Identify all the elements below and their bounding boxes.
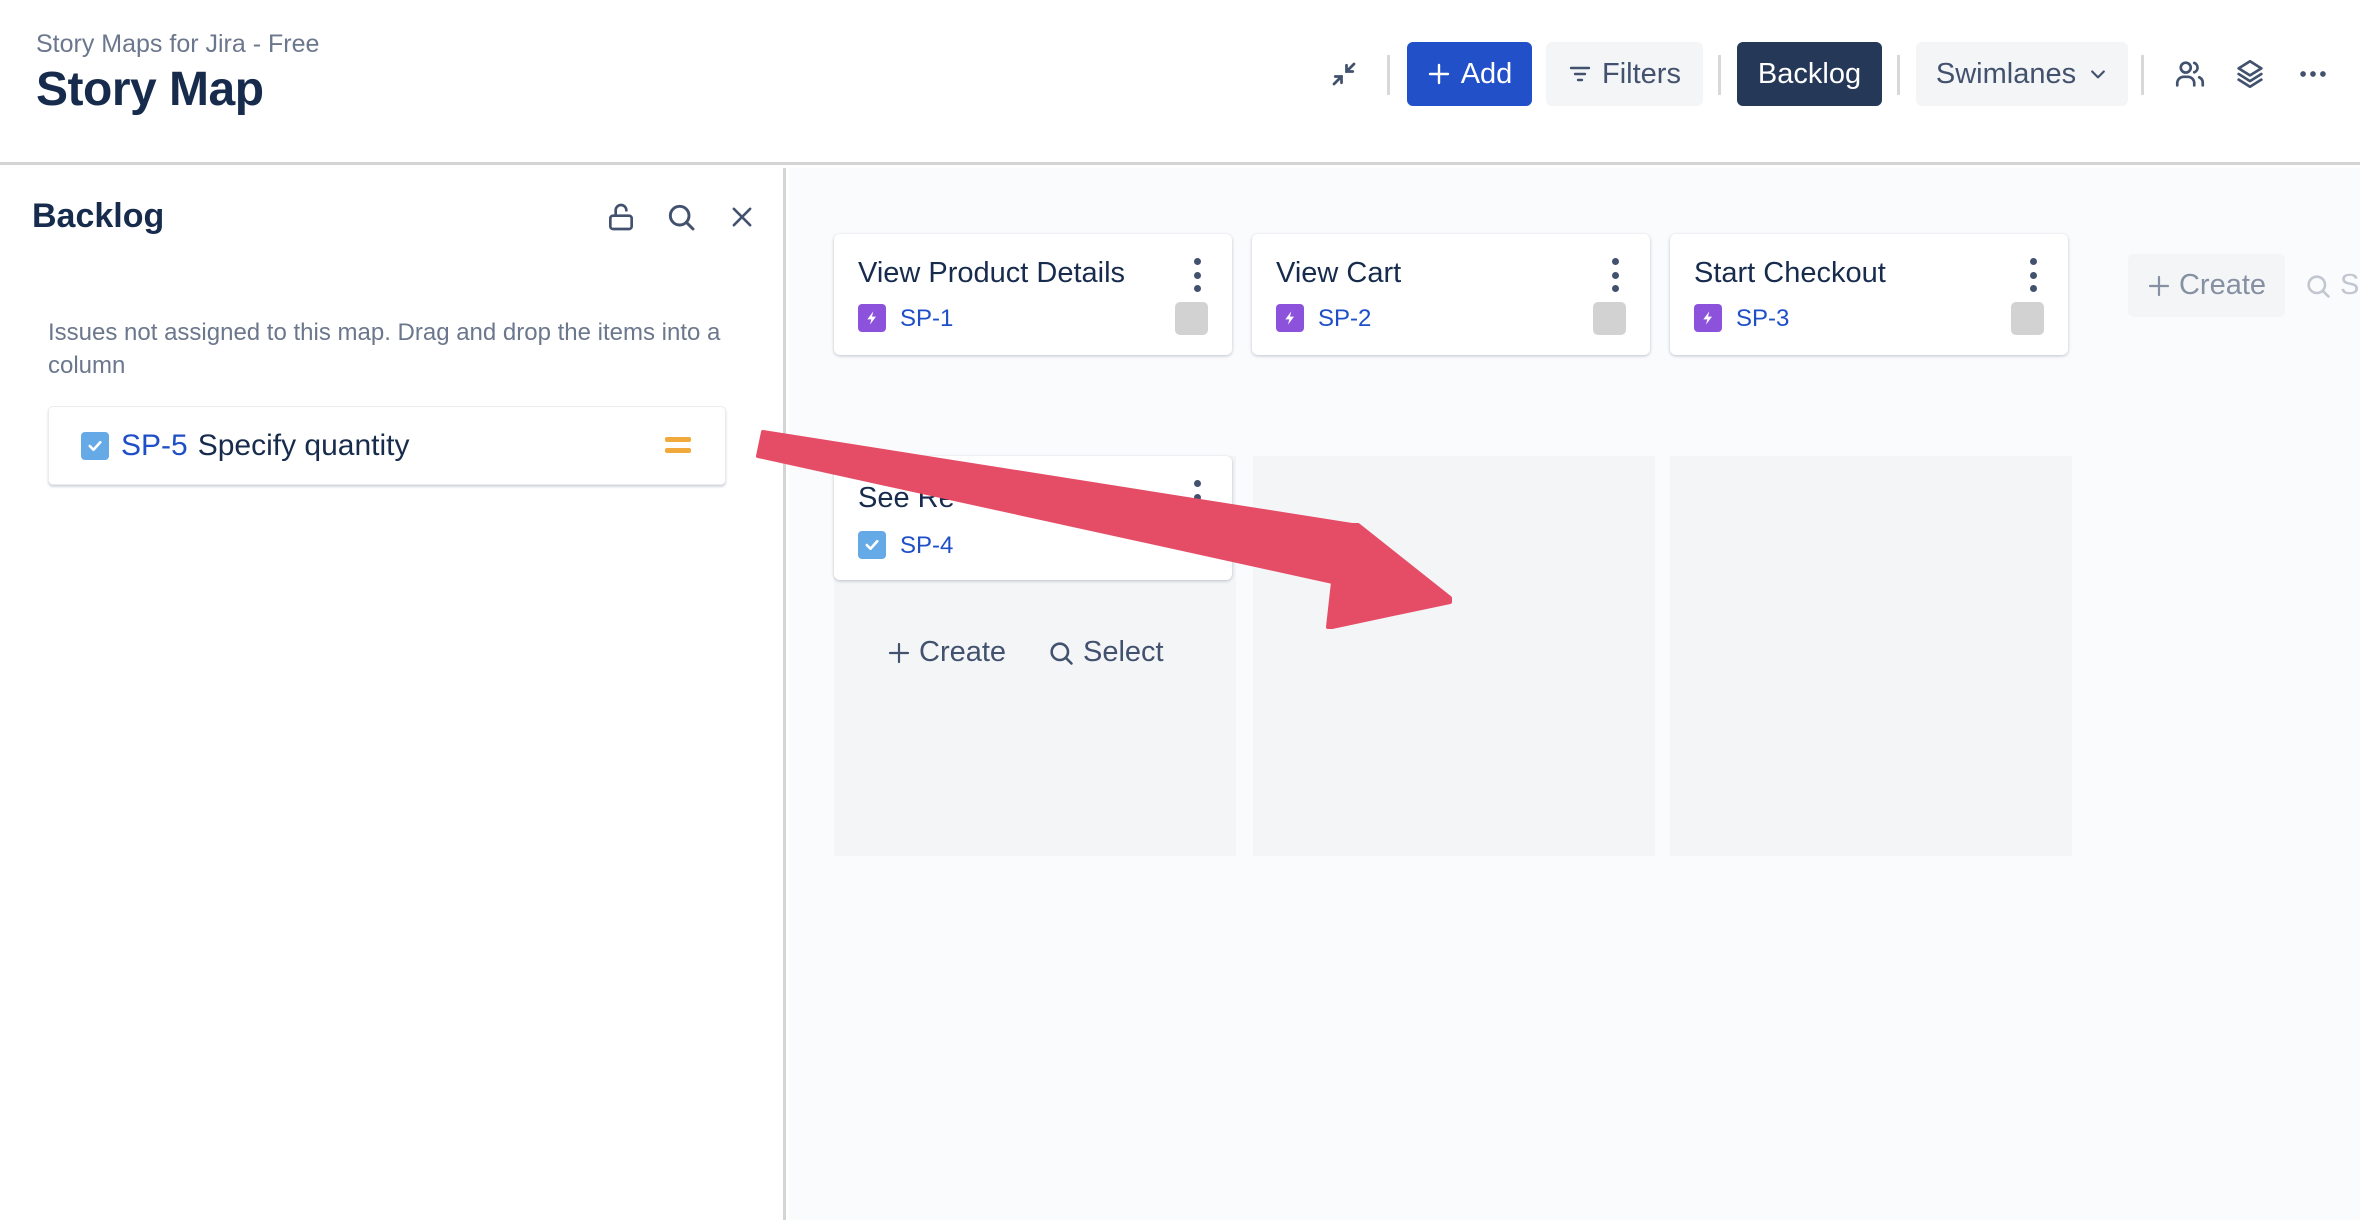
backlog-label: Backlog [1757, 57, 1862, 90]
card-menu-button[interactable] [1610, 258, 1620, 292]
select-epic-button[interactable]: S [2304, 254, 2359, 317]
epic-title: Start Checkout [1694, 257, 1886, 289]
app-header: Story Maps for Jira - Free Story Map Add… [0, 0, 2360, 165]
story-title: See Re [858, 482, 955, 514]
create-epic-button[interactable]: Create [2128, 254, 2285, 317]
plus-icon [1428, 63, 1449, 85]
toolbar-divider [1387, 55, 1390, 95]
issue-key-link[interactable]: SP-1 [900, 305, 953, 333]
epic-icon [858, 304, 886, 332]
layers-icon [2237, 59, 2263, 89]
compress-arrows-icon [1332, 62, 1356, 86]
backlog-panel: Backlog Issues not assigned to this map.… [0, 168, 786, 1220]
issue-title: Specify quantity [197, 428, 410, 462]
task-icon [81, 431, 109, 460]
app-name: Story Maps for Jira - Free [36, 30, 320, 58]
backlog-item[interactable]: SP-5 Specify quantity [48, 406, 726, 485]
add-label: Add [1460, 57, 1513, 90]
unlock-button[interactable] [600, 196, 642, 238]
assignee-avatar[interactable] [1175, 302, 1208, 335]
epic-title: View Cart [1276, 257, 1402, 289]
close-backlog-button[interactable] [721, 196, 763, 238]
story-column [1253, 456, 1655, 856]
issue-key-link[interactable]: SP-5 [121, 429, 188, 463]
people-icon [2175, 61, 2205, 87]
story-column [1670, 456, 2072, 856]
collapse-button[interactable] [1322, 52, 1366, 96]
task-icon [858, 531, 886, 559]
select-label: S [2340, 269, 2360, 301]
issue-key-link[interactable]: SP-4 [900, 532, 953, 560]
backlog-search-button[interactable] [660, 196, 702, 238]
people-button[interactable] [2168, 52, 2212, 96]
filters-button[interactable]: Filters [1546, 42, 1703, 106]
select-label: Select [1083, 636, 1164, 668]
swimlanes-dropdown[interactable]: Swimlanes [1916, 42, 2128, 106]
filters-label: Filters [1602, 57, 1681, 90]
add-button[interactable]: Add [1407, 42, 1532, 106]
chevron-down-icon [2091, 70, 2106, 79]
epic-card[interactable]: View Product Details SP-1 [834, 234, 1232, 355]
filter-icon [1569, 66, 1591, 82]
search-icon [668, 204, 695, 231]
create-label: Create [2178, 269, 2267, 301]
assignee-avatar[interactable] [2011, 302, 2044, 335]
search-icon [2307, 274, 2330, 298]
toolbar-divider [1897, 55, 1900, 95]
assignee-avatar[interactable] [1184, 531, 1204, 551]
more-horizontal-icon [2300, 71, 2326, 77]
layers-button[interactable] [2228, 52, 2272, 96]
epic-icon [1694, 304, 1722, 332]
toolbar-divider [1718, 55, 1721, 95]
story-map-board: View Product Details SP-1 View Cart SP-2… [789, 168, 2360, 1220]
toolbar-divider [2141, 55, 2144, 95]
create-label: Create [919, 636, 1007, 668]
card-menu-button[interactable] [1192, 480, 1202, 514]
card-menu-button[interactable] [2028, 258, 2038, 292]
swimlanes-label: Swimlanes [1935, 57, 2077, 90]
backlog-description: Issues not assigned to this map. Drag an… [48, 319, 721, 379]
create-story-button[interactable]: Create [887, 636, 1006, 669]
plus-icon [2148, 275, 2170, 296]
page-title: Story Map [36, 63, 264, 116]
epic-card[interactable]: View Cart SP-2 [1252, 234, 1650, 355]
backlog-panel-title: Backlog [32, 197, 165, 235]
issue-key-link[interactable]: SP-2 [1318, 305, 1371, 333]
plus-icon [888, 642, 910, 663]
select-story-button[interactable]: Select [1047, 636, 1164, 669]
epic-icon [1276, 304, 1304, 332]
issue-key-link[interactable]: SP-3 [1736, 305, 1789, 333]
story-card[interactable]: See Re SP-4 [834, 456, 1232, 580]
unlock-icon [609, 203, 633, 231]
more-button[interactable] [2291, 52, 2335, 96]
assignee-avatar[interactable] [1593, 302, 1626, 335]
close-icon [732, 207, 752, 227]
epic-title: View Product Details [858, 257, 1126, 289]
priority-medium-icon [665, 437, 691, 457]
card-menu-button[interactable] [1192, 258, 1202, 292]
search-icon [1050, 641, 1073, 665]
epic-card[interactable]: Start Checkout SP-3 [1670, 234, 2068, 355]
backlog-toggle-button[interactable]: Backlog [1737, 42, 1882, 106]
